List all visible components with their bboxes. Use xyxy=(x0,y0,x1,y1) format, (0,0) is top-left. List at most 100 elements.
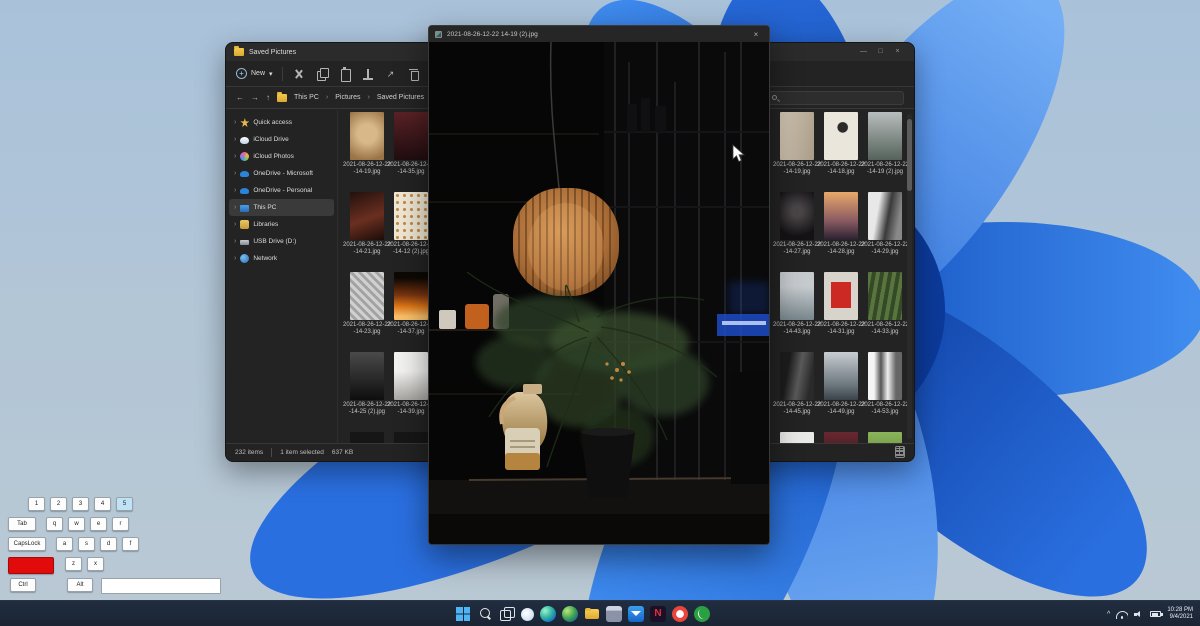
file-thumbnail xyxy=(868,352,902,400)
wifi-icon[interactable] xyxy=(1116,610,1128,619)
file-item[interactable]: 2021-08-26-12-22-14-18.jpg xyxy=(820,112,862,192)
forward-icon[interactable]: → xyxy=(251,93,259,102)
close-button[interactable]: × xyxy=(889,43,906,61)
sidebar-item-quick-access[interactable]: ›Quick access xyxy=(229,114,334,131)
file-item[interactable]: 2021-08-26-12-22-14-12 (2).jpg xyxy=(390,192,432,272)
keypad-input[interactable] xyxy=(101,578,221,594)
key-2[interactable]: 2 xyxy=(50,497,67,511)
file-item[interactable]: 2021-08-26-12-22-14-39.jpg xyxy=(390,352,432,432)
key-q[interactable]: q xyxy=(46,517,63,531)
file-item[interactable]: 2021-08-26-12-22-14-55.jpg xyxy=(864,432,906,443)
office-icon[interactable] xyxy=(672,606,688,622)
onedrive-icon xyxy=(240,188,249,194)
key-tab[interactable]: Tab xyxy=(8,517,36,531)
key-e[interactable]: e xyxy=(90,517,107,531)
file-item[interactable]: 2021-08-26-12-22-14-49.jpg xyxy=(820,352,862,432)
taskbar-clock[interactable]: 10:28 PM 9/4/2021 xyxy=(1167,607,1193,622)
file-item[interactable]: 2021-08-26-12-22-14-41.jpg xyxy=(390,432,432,443)
search-box[interactable] xyxy=(766,91,904,105)
search-icon[interactable] xyxy=(477,606,493,622)
file-item[interactable]: 2021-08-26-12-22-14-51.jpg xyxy=(820,432,862,443)
file-grid-right: 2021-08-26-12-22-14-19.jpg2021-08-26-12-… xyxy=(776,112,908,443)
file-item[interactable]: 2021-08-26-12-22-14-28.jpg xyxy=(820,192,862,272)
task-view-icon[interactable] xyxy=(499,606,515,622)
mail-icon[interactable] xyxy=(628,606,644,622)
key-r[interactable]: r xyxy=(112,517,129,531)
sidebar-item-usb-drive-d-[interactable]: ›USB Drive (D:) xyxy=(229,233,334,250)
microsoft-store-icon[interactable] xyxy=(606,606,622,622)
copy-icon[interactable] xyxy=(315,67,329,81)
key-w[interactable]: w xyxy=(68,517,85,531)
sidebar-item-icloud-photos[interactable]: ›iCloud Photos xyxy=(229,148,334,165)
netflix-icon[interactable]: N xyxy=(650,606,666,622)
edge-beta-icon[interactable] xyxy=(562,606,578,622)
sidebar-item-network[interactable]: ›Network xyxy=(229,250,334,267)
thumbnail-view-icon[interactable] xyxy=(895,446,905,456)
file-item[interactable]: 2021-08-26-12-22-14-53.jpg xyxy=(864,352,906,432)
key-z[interactable]: z xyxy=(65,557,82,571)
scrollbar-thumb[interactable] xyxy=(907,119,912,191)
file-item[interactable]: 2021-08-26-12-22-14-45.jpg xyxy=(776,352,818,432)
edge-icon[interactable] xyxy=(540,606,556,622)
delete-icon[interactable] xyxy=(407,67,421,81)
chevron-right-icon: › xyxy=(234,238,236,245)
key-f[interactable]: f xyxy=(122,537,139,551)
key-5[interactable]: 5 xyxy=(116,497,133,511)
paste-icon[interactable] xyxy=(338,67,352,81)
start-icon[interactable] xyxy=(455,606,471,622)
key-4[interactable]: 4 xyxy=(94,497,111,511)
breadcrumb-segment[interactable]: Pictures xyxy=(335,94,360,101)
key-a[interactable]: a xyxy=(56,537,73,551)
up-icon[interactable]: ↑ xyxy=(266,93,270,102)
file-item[interactable]: 2021-08-26-12-22-14-27.jpg xyxy=(346,432,388,443)
sidebar-item-icloud-drive[interactable]: ›iCloud Drive xyxy=(229,131,334,148)
key-shift[interactable]: Shift xyxy=(8,557,54,574)
key-x[interactable]: x xyxy=(87,557,104,571)
scrollbar[interactable] xyxy=(907,114,912,439)
widgets-icon[interactable] xyxy=(521,608,534,621)
volume-icon[interactable] xyxy=(1134,610,1144,619)
sidebar-item-onedrive-personal[interactable]: ›OneDrive - Personal xyxy=(229,182,334,199)
sidebar-item-this-pc[interactable]: ›This PC xyxy=(229,199,334,216)
viewer-close-button[interactable]: × xyxy=(749,30,763,39)
key-d[interactable]: d xyxy=(100,537,117,551)
file-item[interactable]: 2021-08-26-12-22-14-21.jpg xyxy=(346,192,388,272)
new-button[interactable]: + New ▾ xyxy=(236,68,273,79)
sidebar-item-onedrive-microsoft[interactable]: ›OneDrive - Microsoft xyxy=(229,165,334,182)
key-ctrl[interactable]: Ctrl xyxy=(10,578,36,592)
breadcrumb-segment[interactable]: This PC xyxy=(294,94,319,101)
key-3[interactable]: 3 xyxy=(72,497,89,511)
breadcrumb-segment[interactable]: Saved Pictures xyxy=(377,94,424,101)
minimize-button[interactable]: — xyxy=(855,43,872,61)
file-item[interactable]: 2021-08-26-12-22-14-35.jpg xyxy=(390,112,432,192)
file-label: 2021-08-26-12-22-14-28.jpg xyxy=(817,242,865,256)
key-capslock[interactable]: CapsLock xyxy=(8,537,46,551)
sidebar-item-libraries[interactable]: ›Libraries xyxy=(229,216,334,233)
viewer-title-bar[interactable]: 2021-08-26-12-22 14-19 (2).jpg × xyxy=(429,26,769,42)
cut-icon[interactable] xyxy=(292,67,306,81)
file-item[interactable]: 2021-08-26-12-22-14-19.jpg xyxy=(346,112,388,192)
selection-size: 637 KB xyxy=(332,449,353,456)
file-item[interactable]: 2021-08-26-12-22-14-29.jpg xyxy=(864,192,906,272)
back-icon[interactable]: ← xyxy=(236,93,244,102)
file-item[interactable]: 2021-08-26-12-22-14-37.jpg xyxy=(390,272,432,352)
file-item[interactable]: 2021-08-26-12-22-14-33.jpg xyxy=(864,272,906,352)
file-item[interactable]: 2021-08-26-12-22-14-19.jpg xyxy=(776,112,818,192)
share-icon[interactable]: ↗ xyxy=(384,67,398,81)
battery-icon[interactable] xyxy=(1150,611,1161,617)
file-explorer-icon[interactable] xyxy=(584,606,600,622)
file-item[interactable]: 2021-08-26-12-22-14-27.jpg xyxy=(776,192,818,272)
rename-icon[interactable] xyxy=(361,67,375,81)
key-s[interactable]: s xyxy=(78,537,95,551)
file-item[interactable]: 2021-08-26-12-22-14-25 (2).jpg xyxy=(346,352,388,432)
key-alt[interactable]: Alt xyxy=(67,578,93,592)
file-item[interactable]: 2021-08-26-12-22-14-19 (2).jpg xyxy=(864,112,906,192)
maximize-button[interactable]: □ xyxy=(872,43,889,61)
file-item[interactable]: 2021-08-26-12-22-14-31.jpg xyxy=(820,272,862,352)
xbox-icon[interactable] xyxy=(694,606,710,622)
file-item[interactable]: 2021-08-26-12-22-14-47.jpg xyxy=(776,432,818,443)
hidden-icons-chevron[interactable]: ^ xyxy=(1107,611,1110,618)
key-1[interactable]: 1 xyxy=(28,497,45,511)
file-item[interactable]: 2021-08-26-12-22-14-43.jpg xyxy=(776,272,818,352)
file-item[interactable]: 2021-08-26-12-22-14-23.jpg xyxy=(346,272,388,352)
